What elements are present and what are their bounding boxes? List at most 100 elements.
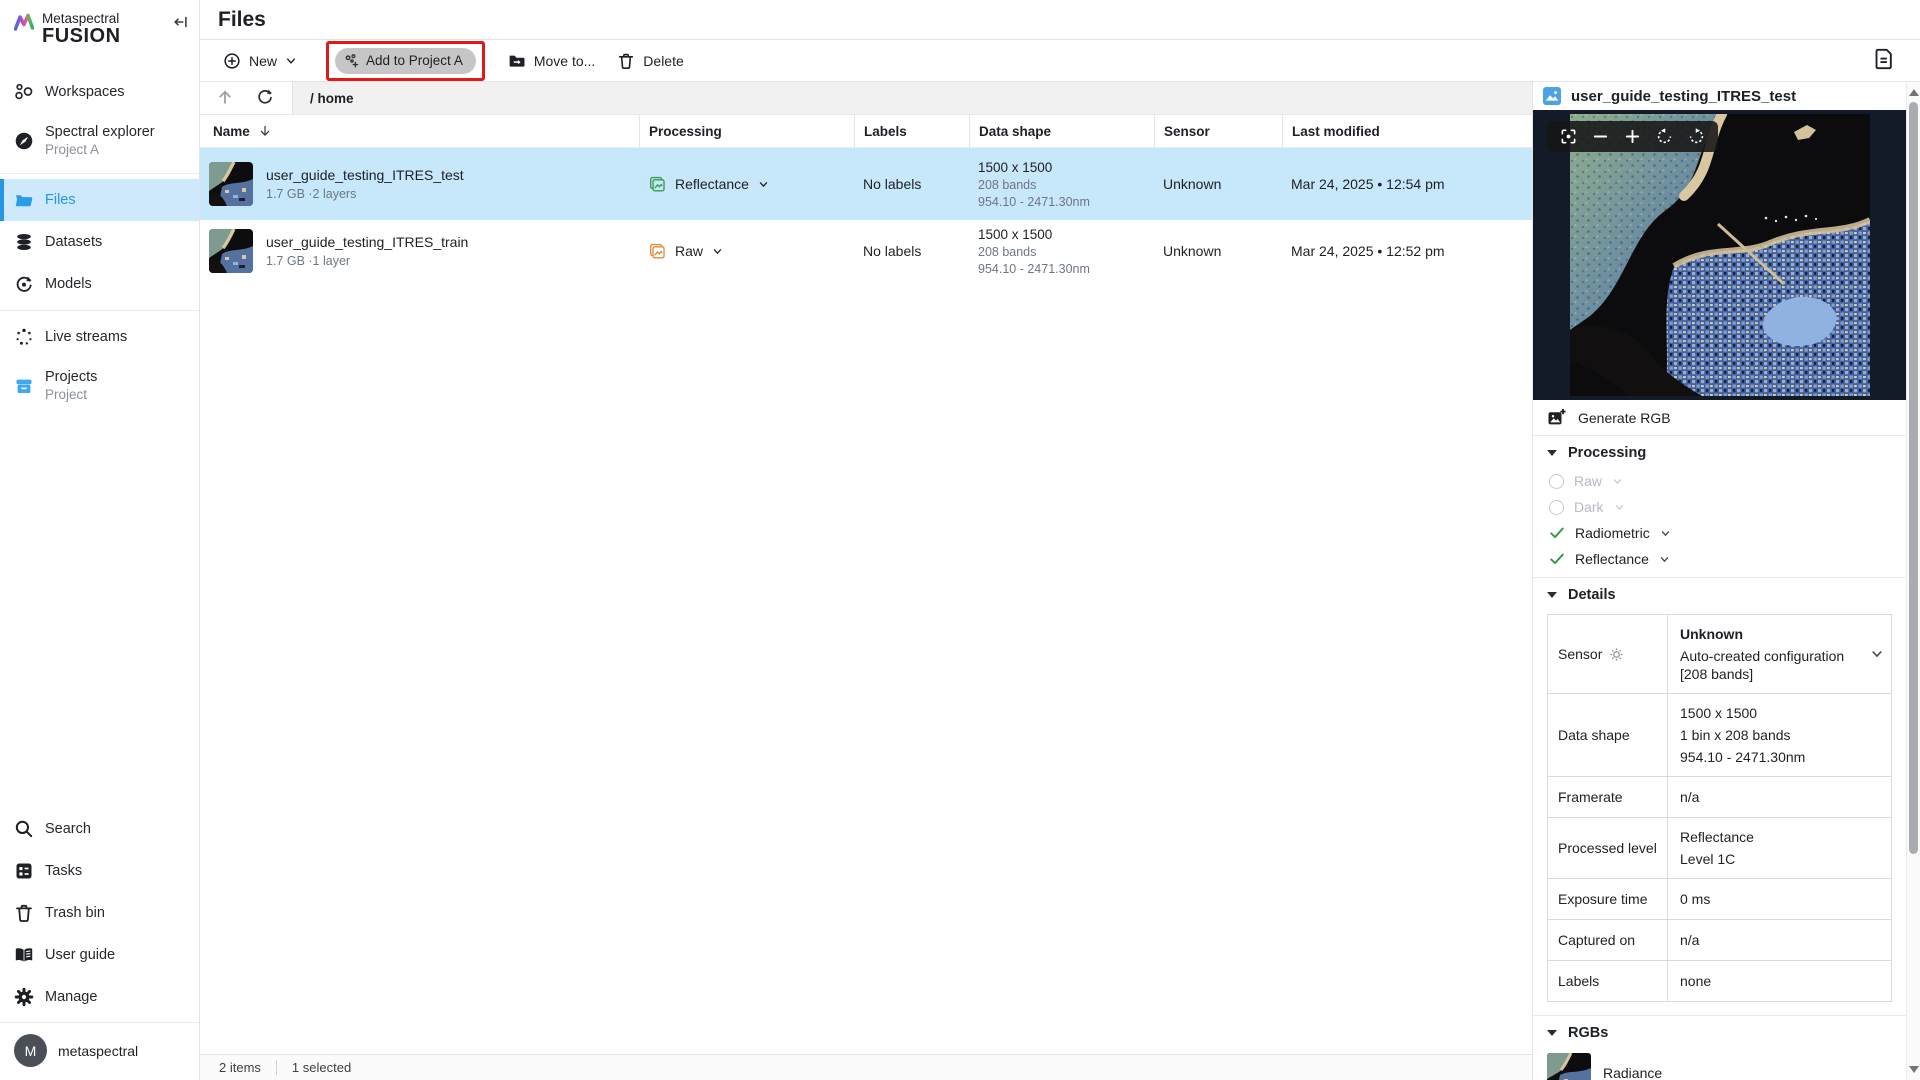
collapse-sidebar-icon[interactable] xyxy=(173,14,189,33)
section-header-processing[interactable]: Processing xyxy=(1533,436,1906,468)
folder-icon xyxy=(14,190,34,210)
data-shape-range: 954.10 - 2471.30nm xyxy=(978,195,1154,209)
last-modified-value: Mar 24, 2025 • 12:52 pm xyxy=(1282,243,1532,259)
annotation-highlight: Add to Project A xyxy=(326,41,485,81)
processing-option-reflectance[interactable]: Reflectance xyxy=(1533,546,1906,572)
processing-dropdown[interactable]: Reflectance xyxy=(648,175,854,193)
processing-option-radiometric[interactable]: Radiometric xyxy=(1533,520,1906,546)
search-icon xyxy=(14,819,34,839)
table-row[interactable]: user_guide_testing_ITRES_test 1.7 GB ·2 … xyxy=(200,148,1532,220)
processing-option-raw[interactable]: Raw xyxy=(1533,468,1906,494)
column-header-name[interactable]: Name xyxy=(200,115,639,147)
details-table: Sensor xyxy=(1547,614,1892,1002)
sidebar-item-projects[interactable]: Projects Project xyxy=(0,358,199,413)
sidebar-item-files[interactable]: Files xyxy=(0,179,199,221)
file-meta: 1.7 GB ·2 layers xyxy=(266,187,464,201)
section-header-rgbs[interactable]: RGBs xyxy=(1533,1015,1906,1048)
processing-dropdown[interactable]: Raw xyxy=(648,242,854,260)
sidebar-item-models[interactable]: Models xyxy=(0,263,199,305)
refresh-icon xyxy=(256,88,274,106)
sort-desc-icon xyxy=(258,124,272,138)
sensor-value: Unknown xyxy=(1154,243,1282,259)
rotate-cw-icon xyxy=(1688,128,1705,145)
panel-title: user_guide_testing_ITRES_test xyxy=(1571,88,1796,105)
processing-option-dark[interactable]: Dark xyxy=(1533,494,1906,520)
sidebar-spacer xyxy=(0,413,199,794)
sidebar-item-trash-bin[interactable]: Trash bin xyxy=(0,892,199,934)
radio-icon xyxy=(1549,474,1564,489)
sensor-config-dropdown[interactable]: Unknown Auto-created configuration [208 … xyxy=(1668,615,1891,693)
refresh-button[interactable] xyxy=(256,88,274,109)
fit-view-icon xyxy=(1560,128,1577,145)
sidebar-item-search[interactable]: Search xyxy=(0,808,199,850)
scrollbar-thumb[interactable] xyxy=(1909,102,1918,854)
gear-small-icon[interactable] xyxy=(1609,647,1624,662)
check-icon xyxy=(1549,525,1565,541)
toolbar: New Add to Project A xyxy=(200,40,1920,82)
delete-button[interactable]: Delete xyxy=(606,46,694,76)
section-header-details[interactable]: Details xyxy=(1533,577,1906,610)
data-shape-dims: 1500 x 1500 xyxy=(978,160,1154,175)
new-button[interactable]: New xyxy=(212,46,308,76)
document-details-icon xyxy=(1874,48,1894,70)
rotate-ccw-button[interactable] xyxy=(1656,128,1673,145)
logo: Metaspectral FUSION xyxy=(0,0,199,57)
delete-label: Delete xyxy=(643,53,683,69)
document-details-button[interactable] xyxy=(1872,46,1896,75)
zoom-out-icon xyxy=(1592,128,1609,145)
empty-area xyxy=(200,282,1532,1054)
sidebar-item-label: Manage xyxy=(45,989,97,1005)
rotate-cw-button[interactable] xyxy=(1688,128,1705,145)
file-name: user_guide_testing_ITRES_test xyxy=(266,167,464,183)
rgb-thumbnail xyxy=(1547,1053,1591,1080)
move-to-icon xyxy=(508,52,526,70)
sidebar-item-label: Models xyxy=(45,276,92,292)
zoom-in-button[interactable] xyxy=(1624,128,1641,145)
sidebar-item-user-guide[interactable]: User guide xyxy=(0,934,199,976)
column-header-last-modified[interactable]: Last modified xyxy=(1282,115,1532,147)
move-to-button[interactable]: Move to... xyxy=(497,46,606,76)
sidebar-item-spectral-explorer[interactable]: Spectral explorer Project A xyxy=(0,113,199,168)
sidebar-item-manage[interactable]: Manage xyxy=(0,976,199,1018)
generate-rgb-button[interactable]: Generate RGB xyxy=(1533,400,1906,436)
project-box-icon xyxy=(14,376,34,396)
divider xyxy=(0,173,199,174)
user-menu[interactable]: M metaspectral xyxy=(0,1022,199,1080)
processing-value: Raw xyxy=(675,243,703,259)
sidebar-item-label: Files xyxy=(45,192,76,208)
chevron-down-icon xyxy=(1660,528,1671,539)
model-icon xyxy=(14,274,34,294)
labels-value: No labels xyxy=(854,176,969,192)
navigate-up-button[interactable] xyxy=(216,88,234,109)
fit-view-button[interactable] xyxy=(1560,128,1577,145)
column-header-sensor[interactable]: Sensor xyxy=(1154,115,1282,147)
sidebar-item-live-streams[interactable]: Live streams xyxy=(0,316,199,358)
zoom-out-button[interactable] xyxy=(1592,128,1609,145)
file-meta: 1.7 GB ·1 layer xyxy=(266,254,468,268)
chevron-down-icon xyxy=(712,246,723,257)
column-header-data-shape[interactable]: Data shape xyxy=(969,115,1154,147)
sidebar-item-datasets[interactable]: Datasets xyxy=(0,221,199,263)
collapse-triangle-icon xyxy=(1547,450,1557,456)
add-to-project-button[interactable]: Add to Project A xyxy=(335,48,476,74)
sidebar-item-workspaces[interactable]: Workspaces xyxy=(0,71,199,113)
column-header-processing[interactable]: Processing xyxy=(639,115,854,147)
sidebar-item-label: Live streams xyxy=(45,329,127,345)
sidebar-item-label: Trash bin xyxy=(45,905,105,921)
sidebar-item-sublabel: Project xyxy=(45,387,97,402)
chevron-down-icon xyxy=(1659,554,1670,565)
brand-top: Metaspectral xyxy=(42,12,121,26)
column-header-labels[interactable]: Labels xyxy=(854,115,969,147)
scroll-down-icon[interactable] xyxy=(1909,1066,1919,1073)
sidebar-item-tasks[interactable]: Tasks xyxy=(0,850,199,892)
image-preview[interactable] xyxy=(1533,110,1906,400)
add-to-project-icon xyxy=(344,53,360,69)
scroll-up-icon[interactable] xyxy=(1909,89,1919,96)
rgb-item-label: Radiance xyxy=(1603,1065,1662,1080)
detail-row-exposure-time: Exposure time 0 ms xyxy=(1548,878,1891,919)
panel-scrollbar[interactable] xyxy=(1906,82,1920,1080)
rgb-item-radiance[interactable]: Radiance xyxy=(1533,1048,1906,1080)
move-to-label: Move to... xyxy=(534,53,595,69)
table-row[interactable]: user_guide_testing_ITRES_train 1.7 GB ·1… xyxy=(200,220,1532,282)
sidebar-item-label: Spectral explorer xyxy=(45,124,155,140)
